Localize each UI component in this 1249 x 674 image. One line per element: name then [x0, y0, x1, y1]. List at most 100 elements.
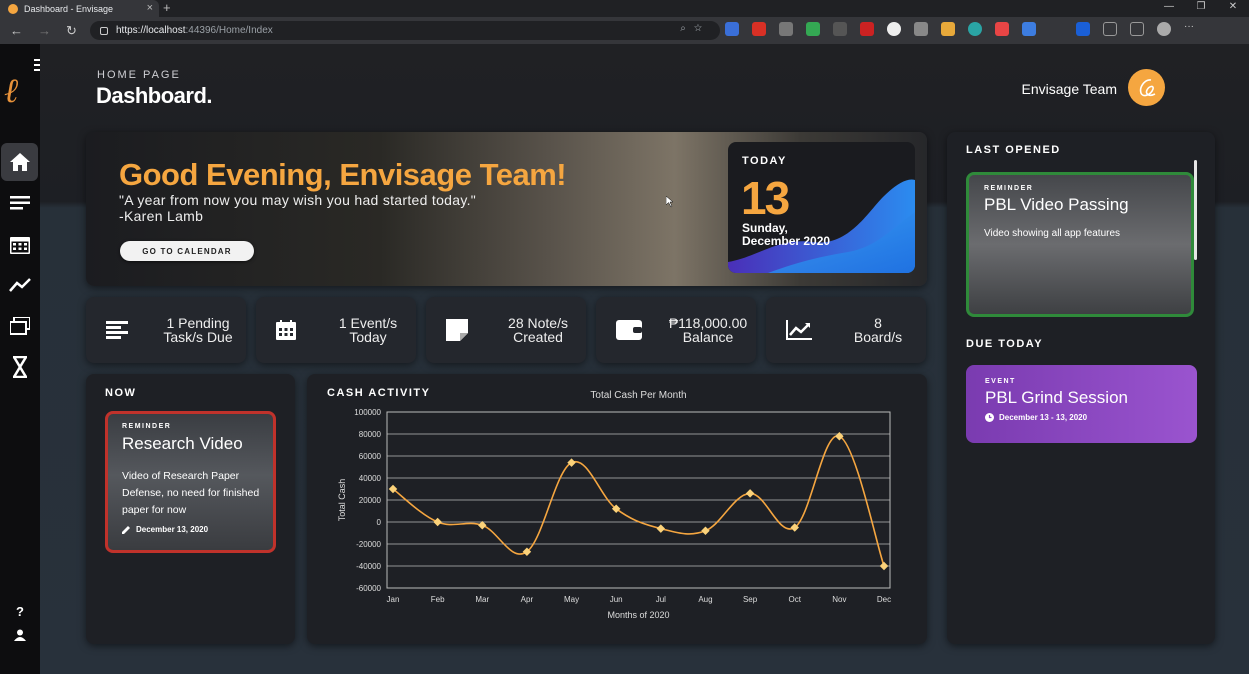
- today-card: TODAY 13 Sunday, December 2020: [728, 142, 915, 273]
- last-opened-card[interactable]: REMINDER PBL Video Passing Video showing…: [966, 172, 1194, 317]
- last-opened-title: PBL Video Passing: [984, 195, 1129, 214]
- series-line: [392, 435, 885, 567]
- user-icon[interactable]: [0, 629, 40, 644]
- y-tick-label: 40000: [359, 474, 382, 483]
- reload-icon[interactable]: ↻: [66, 23, 77, 39]
- new-tab-button[interactable]: +: [163, 0, 171, 15]
- nav-hourglass-icon[interactable]: [0, 348, 40, 386]
- now-reminder-card[interactable]: REMINDER Research Video Video of Researc…: [105, 411, 276, 553]
- nav-tasks-icon[interactable]: [0, 184, 40, 222]
- stat-caption: Created: [513, 329, 563, 345]
- minimize-icon[interactable]: —: [1153, 0, 1185, 14]
- breadcrumb: HOME PAGE: [97, 69, 181, 81]
- extension-icon[interactable]: [1049, 22, 1063, 36]
- today-date: Sunday, December 2020: [742, 222, 830, 248]
- extension-icon[interactable]: [1022, 22, 1036, 36]
- extension-icon[interactable]: [995, 22, 1009, 36]
- x-tick-label: Dec: [877, 595, 891, 604]
- favorites-icon[interactable]: [1103, 22, 1117, 36]
- nav-calendar-icon[interactable]: [0, 225, 40, 263]
- x-tick-label: Jul: [656, 595, 666, 604]
- extension-icon[interactable]: [779, 22, 793, 36]
- team-name[interactable]: Envisage Team: [1022, 81, 1117, 97]
- stat-value: 8: [874, 315, 882, 331]
- extension-icon[interactable]: [914, 22, 928, 36]
- due-date: December 13 - 13, 2020: [985, 413, 1087, 422]
- reminder-date-text: December 13, 2020: [136, 525, 209, 534]
- y-tick-label: -20000: [356, 540, 381, 549]
- y-tick-label: 20000: [359, 496, 382, 505]
- close-window-icon[interactable]: ✕: [1217, 0, 1249, 14]
- due-today-card[interactable]: EVENT PBL Grind Session December 13 - 13…: [966, 365, 1197, 443]
- go-to-calendar-button[interactable]: GO TO CALENDAR: [120, 241, 254, 261]
- stat-caption: Balance: [682, 329, 734, 345]
- stat-card-events[interactable]: 1 Event/s Today: [256, 297, 416, 363]
- stat-card-notes[interactable]: 28 Note/s Created: [426, 297, 586, 363]
- pencil-icon: [122, 526, 130, 534]
- close-tab-icon[interactable]: ×: [147, 2, 153, 14]
- due-date-text: December 13 - 13, 2020: [999, 413, 1088, 422]
- extension-icon[interactable]: [941, 22, 955, 36]
- x-tick-label: May: [564, 595, 579, 604]
- extension-icon[interactable]: [968, 22, 982, 36]
- greeting-banner: Good Evening, Envisage Team! "A year fro…: [86, 132, 927, 286]
- data-point: [745, 489, 755, 498]
- now-panel: NOW REMINDER Research Video Video of Res…: [86, 374, 295, 644]
- extension-icon[interactable]: [1076, 22, 1090, 36]
- favicon-icon: [8, 3, 18, 14]
- x-tick-label: Oct: [789, 595, 802, 604]
- restore-icon[interactable]: ❐: [1185, 0, 1217, 14]
- last-opened-description: Video showing all app features: [984, 228, 1121, 239]
- nav-home-icon[interactable]: [1, 143, 38, 181]
- greeting-text: Good Evening, Envisage Team!: [119, 157, 567, 192]
- cash-activity-panel: CASH ACTIVITY 100000 80000 60000 40000 20000…: [307, 374, 927, 644]
- last-opened-kind: REMINDER: [984, 185, 1034, 192]
- stat-card-balance[interactable]: ₱118,000.00 Balance: [596, 297, 756, 363]
- profile-icon[interactable]: [1157, 22, 1171, 36]
- extension-icon[interactable]: [887, 22, 901, 36]
- data-point: [433, 517, 442, 527]
- x-tick-label: Apr: [521, 595, 534, 604]
- extension-icon[interactable]: [752, 22, 766, 36]
- stat-card-boards[interactable]: 8 Board/s: [766, 297, 926, 363]
- team-avatar[interactable]: [1128, 69, 1165, 106]
- forward-icon[interactable]: →: [38, 23, 51, 38]
- back-icon[interactable]: ←: [10, 23, 23, 38]
- stat-value: ₱118,000.00: [668, 315, 748, 331]
- mouse-cursor-icon: [666, 196, 674, 208]
- app-logo: ℓ: [4, 71, 19, 111]
- extensions-bar: ···: [725, 22, 1198, 36]
- more-menu-icon[interactable]: ···: [1184, 22, 1198, 36]
- stat-value: 28 Note/s: [508, 315, 568, 331]
- lock-icon: [100, 26, 108, 35]
- sidebar: ℓ ?: [0, 44, 52, 674]
- url-host: https://localhost: [116, 25, 186, 36]
- reminder-title: Research Video: [122, 434, 243, 453]
- x-tick-label: Mar: [475, 595, 489, 604]
- collections-icon[interactable]: [1130, 22, 1144, 36]
- browser-tab[interactable]: Dashboard - Envisage ×: [0, 0, 159, 17]
- quote-line: "A year from now you may wish you had st…: [119, 192, 477, 208]
- address-bar: ← → ↻ https://localhost:44396/Home/Index…: [0, 17, 1249, 44]
- note-icon: [446, 319, 468, 341]
- calendar-icon: [276, 320, 296, 340]
- stat-card-pending-tasks[interactable]: 1 Pending Task/s Due: [86, 297, 246, 363]
- y-tick-label: 100000: [354, 408, 381, 417]
- extension-icon[interactable]: [725, 22, 739, 36]
- help-icon[interactable]: ?: [0, 604, 40, 619]
- browser-tab-strip: Dashboard - Envisage × + — ❐ ✕: [0, 0, 1249, 17]
- extension-icon[interactable]: [806, 22, 820, 36]
- extension-icon[interactable]: [833, 22, 847, 36]
- x-tick-label: Feb: [431, 595, 445, 604]
- wallet-icon: [616, 320, 642, 340]
- url-field[interactable]: https://localhost:44396/Home/Index ⌕☆: [90, 21, 720, 40]
- bookmark-star-icon[interactable]: ⌕☆: [680, 23, 710, 34]
- stat-value: 1 Event/s: [338, 315, 398, 331]
- right-panel: LAST OPENED REMINDER PBL Video Passing V…: [947, 132, 1215, 644]
- y-tick-label: 80000: [359, 430, 382, 439]
- nav-trend-icon[interactable]: [0, 266, 40, 304]
- scrollbar[interactable]: [1194, 160, 1197, 260]
- extension-icon[interactable]: [860, 22, 874, 36]
- data-point: [701, 526, 710, 536]
- nav-boards-icon[interactable]: [0, 307, 40, 345]
